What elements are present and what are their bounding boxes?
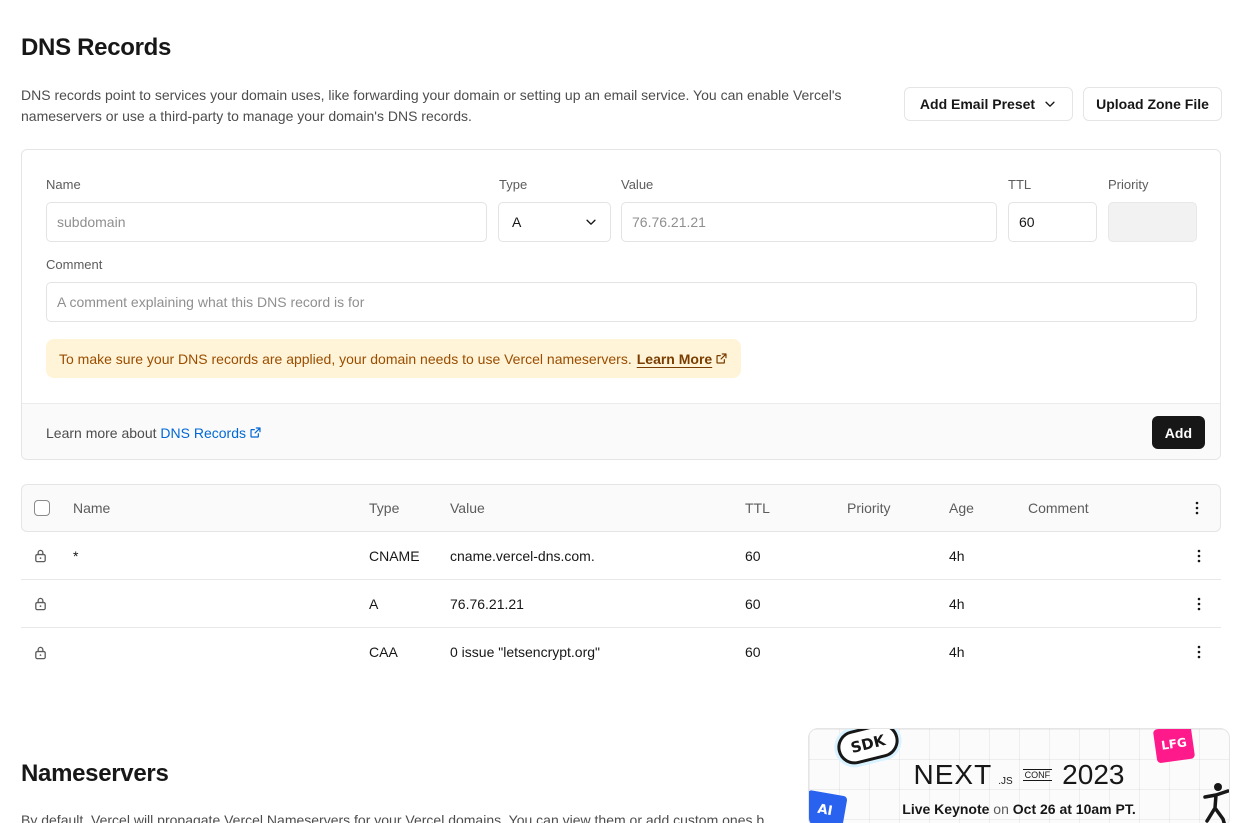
- learn-more-label: Learn More: [636, 350, 713, 367]
- lock-icon-cell: [33, 580, 48, 627]
- value-label: Value: [621, 177, 654, 192]
- chevron-down-icon: [586, 219, 596, 225]
- more-vertical-icon: [1197, 645, 1201, 659]
- record-age: 4h: [949, 644, 965, 660]
- form-footer: Learn more about DNS Records Add: [22, 403, 1220, 459]
- column-header-name: Name: [73, 500, 111, 516]
- ttl-label: TTL: [1008, 177, 1032, 192]
- page-title: DNS Records: [21, 34, 172, 61]
- record-type: A: [369, 595, 379, 612]
- row-options-button[interactable]: [1191, 628, 1207, 676]
- more-vertical-icon: [1195, 501, 1199, 515]
- lock-icon-cell: [33, 532, 48, 579]
- lock-icon: [35, 549, 46, 563]
- keynote-date: Oct 26 at 10am PT.: [1012, 801, 1136, 817]
- page-description: DNS records point to services your domai…: [21, 87, 842, 124]
- accessibility-figure-icon: [1203, 783, 1229, 823]
- record-ttl: 60: [745, 547, 761, 564]
- record-value: cname.vercel-dns.com.: [450, 547, 595, 564]
- select-all-checkbox-cell[interactable]: [34, 485, 50, 531]
- footer-text: Learn more about: [46, 424, 157, 441]
- nextjs-conf-logo: NEXT .JS CONF 2023: [809, 759, 1229, 791]
- column-header-comment: Comment: [1028, 500, 1089, 516]
- row-options-button[interactable]: [1191, 580, 1207, 627]
- select-all-checkbox[interactable]: [34, 500, 50, 516]
- row-options-button[interactable]: [1191, 532, 1207, 579]
- ttl-input[interactable]: [1008, 202, 1097, 242]
- upload-zone-file-button[interactable]: Upload Zone File: [1083, 87, 1222, 121]
- record-ttl: 60: [745, 595, 761, 612]
- dns-records-docs-link[interactable]: DNS Records: [160, 425, 262, 441]
- add-record-form: Name Type A Value TTL Priority Comment T…: [21, 149, 1221, 460]
- external-link-icon: [250, 427, 261, 438]
- footer-learn-more: Learn more about DNS Records: [46, 425, 262, 441]
- record-value: 76.76.21.21: [450, 595, 524, 612]
- conf-year: 2023: [1062, 759, 1125, 790]
- record-ttl: 60: [745, 644, 761, 660]
- record-value: 0 issue "letsencrypt.org": [450, 644, 601, 660]
- comment-label: Comment: [46, 257, 103, 272]
- js-wordmark: .JS: [998, 776, 1013, 787]
- type-select[interactable]: A: [498, 202, 611, 242]
- name-input[interactable]: [46, 202, 487, 242]
- column-header-age: Age: [949, 500, 974, 516]
- table-row[interactable]: CAA 0 issue "letsencrypt.org" 60 4h: [21, 628, 1221, 676]
- nextjs-conf-promo-card[interactable]: SDK LFG AI NEXT .JS CONF 2023 Live Keyno…: [808, 728, 1230, 823]
- learn-more-link[interactable]: Learn More: [637, 351, 728, 367]
- add-email-preset-label: Add Email Preset: [919, 96, 1036, 112]
- record-name: *: [73, 547, 79, 564]
- nameservers-title: Nameservers: [21, 760, 169, 787]
- nameserver-notice-text: To make sure your DNS records are applie…: [59, 350, 632, 367]
- more-vertical-icon: [1197, 597, 1201, 610]
- nameservers-description: By default, Vercel will propagate Vercel…: [21, 812, 765, 823]
- column-header-type: Type: [369, 500, 400, 516]
- keynote-info: Live Keynote on Oct 26 at 10am PT.: [809, 801, 1229, 817]
- table-options-button[interactable]: [1189, 485, 1205, 531]
- keynote-event: Live Keynote: [902, 801, 990, 817]
- priority-label: Priority: [1108, 177, 1149, 192]
- external-link-icon: [716, 353, 727, 364]
- chevron-down-icon: [1045, 101, 1055, 107]
- dns-records-docs-label: DNS Records: [160, 424, 247, 441]
- lock-icon-cell: [33, 628, 48, 676]
- column-header-value: Value: [450, 500, 485, 516]
- record-type: CNAME: [369, 547, 420, 564]
- add-record-button[interactable]: Add: [1151, 416, 1205, 449]
- more-vertical-icon: [1197, 549, 1201, 562]
- comment-input[interactable]: [46, 282, 1197, 322]
- priority-input: [1108, 202, 1197, 242]
- nameserver-notice: To make sure your DNS records are applie…: [46, 339, 742, 378]
- lock-icon: [35, 597, 46, 611]
- column-header-priority: Priority: [847, 500, 891, 516]
- table-row[interactable]: * CNAME cname.vercel-dns.com. 60 4h: [21, 532, 1221, 580]
- conf-wordmark: CONF: [1022, 769, 1053, 781]
- record-age: 4h: [949, 595, 965, 612]
- keynote-on: on: [993, 801, 1009, 817]
- record-age: 4h: [949, 547, 965, 564]
- name-label: Name: [46, 177, 81, 192]
- table-row[interactable]: A 76.76.21.21 60 4h: [21, 580, 1221, 628]
- record-type: CAA: [369, 644, 398, 660]
- type-select-value: A: [512, 214, 522, 230]
- records-table-header: Name Type Value TTL Priority Age Comment: [21, 484, 1221, 532]
- column-header-ttl: TTL: [745, 500, 770, 516]
- value-input[interactable]: [621, 202, 997, 242]
- add-email-preset-button[interactable]: Add Email Preset: [904, 87, 1073, 121]
- next-wordmark: NEXT: [913, 759, 993, 790]
- lock-icon: [35, 646, 46, 659]
- type-label: Type: [499, 177, 528, 192]
